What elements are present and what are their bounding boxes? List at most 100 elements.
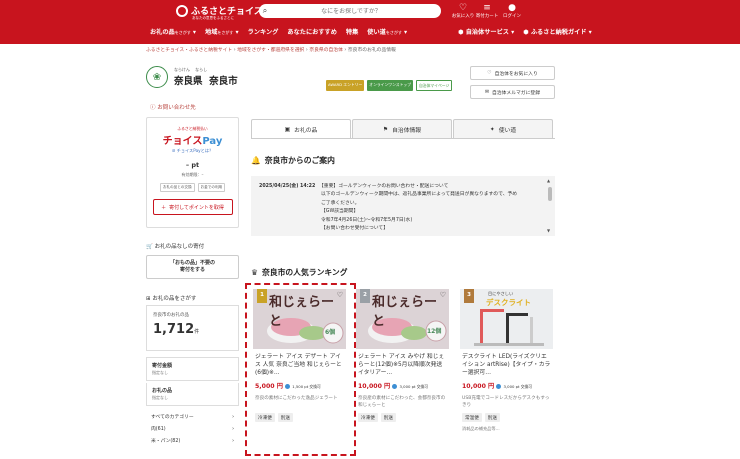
mail-icon: ✉ — [484, 89, 490, 95]
item-filter[interactable]: お礼の品 指定なし — [146, 383, 239, 406]
nav-item-region[interactable]: 地域をさがす ▾ — [205, 27, 239, 36]
breadcrumb-link[interactable]: 地域をさがす・都道府県を選択 — [237, 48, 304, 53]
onestop-badge[interactable]: オンラインワンストップ — [367, 80, 413, 91]
cart-button[interactable]: ≡ 寄付カート — [474, 3, 500, 19]
nav-item-usage[interactable]: 使い道をさがす ▾ — [367, 27, 407, 36]
user-icon: ● — [508, 3, 516, 13]
product-extra-note: 消耗品の補充品等… — [462, 426, 500, 431]
tab-usage[interactable]: ✦ 使い道 — [453, 119, 553, 139]
amount-filter[interactable]: 寄付金額 指定なし — [146, 357, 239, 381]
cart-icon: ≡ — [483, 3, 491, 13]
login-button[interactable]: ● ログイン — [499, 3, 525, 19]
breadcrumb-link[interactable]: 奈良県の自治体 — [309, 48, 343, 53]
breadcrumb-link[interactable]: ふるさとチョイス・ふるさと納税サイト — [146, 48, 232, 53]
notice-box[interactable]: 2025/04/25(金) 14:22 【重要】ゴールデンウィークのお問い合わせ・… — [251, 176, 555, 236]
no-gift-donate-button[interactable]: 「おもの品」不要の 寄付をする — [146, 255, 239, 279]
scroll-down-icon[interactable]: ▼ — [547, 228, 550, 233]
nav-item-gifts[interactable]: お礼の品をさがす ▾ — [150, 27, 196, 36]
city-badges: AWARD エントリー オンラインワンストップ 自治体マイページ — [326, 80, 453, 91]
choice-pay-panel: ふるさと納税払い チョイスPay ⊘ チョイスPayとは？ – pt 有効期限：… — [146, 117, 239, 228]
product-image-title: 和じぇらーと — [372, 295, 438, 329]
pref-ruby: ならけん — [174, 67, 190, 72]
rank-badge: 2 — [360, 289, 370, 303]
choice-pay-logo: チョイスPay — [162, 136, 223, 147]
logo-mark-icon — [176, 4, 188, 17]
city-tabs: ▣ お礼の品 ⚑ 自治体情報 ✦ 使い道 — [251, 119, 554, 139]
city-name: 奈良市 — [209, 76, 238, 87]
choice-pay-about-link[interactable]: ⊘ チョイスPayとは？ — [147, 148, 238, 154]
nav-item-recommend[interactable]: あなたにおすすめ — [287, 27, 337, 36]
product-image-badge: 12個 — [427, 328, 442, 335]
tab-divider — [251, 138, 555, 139]
scroll-thumb[interactable] — [548, 187, 552, 201]
rank-badge: 3 — [464, 289, 474, 303]
breadcrumb-current: 奈良市のお礼の品情報 — [347, 48, 396, 53]
category-list: すべてのカテゴリー › 肉(61) › 米・パン(82) › — [146, 408, 239, 452]
product-price: 10,000 円 3,000 pt 交換可 — [358, 383, 429, 390]
notice-heading: 🔔 奈良市からのご案内 — [251, 156, 335, 165]
product-desc: 奈良産の素材にこだわった、会都奈良市の和じぇらーと — [358, 396, 446, 408]
product-image[interactable]: 目にやさしい デスクライト 3 — [460, 289, 553, 349]
product-title[interactable]: ジェラート アイス みやげ 和じぇらーと(12個)※5月以降順次発送 イタリアー… — [356, 353, 449, 379]
city-emblem-icon: ❀ — [146, 66, 168, 88]
ranking-card[interactable]: 目にやさしい デスクライト 3 デスクライト LED(ライズクリエイション ar… — [460, 289, 553, 449]
award-badge[interactable]: AWARD エントリー — [326, 80, 365, 91]
notice-title: 【重要】ゴールデンウィークのお問い合わせ・配送について — [319, 184, 449, 189]
nav-item-guide[interactable]: ⬢ ふるさと納税ガイド ▾ — [523, 27, 592, 36]
tab-gifts[interactable]: ▣ お礼の品 — [251, 119, 351, 139]
nav-item-feature[interactable]: 特集 — [346, 27, 358, 36]
product-desc: USB充電でコードレスだからデスクもすっきり — [462, 396, 550, 408]
bell-icon: 🔔 — [251, 156, 261, 165]
search-input[interactable] — [271, 7, 431, 15]
ranking-heading: ♛ 奈良市の人気ランキング — [251, 268, 348, 277]
logo-subtitle: あなたの意思をふるさとに — [192, 16, 234, 20]
point-icon — [496, 383, 502, 389]
product-title[interactable]: デスクライト LED(ライズクリエイション artRise)【タイプ・カラー選択… — [460, 353, 553, 379]
breadcrumb: ふるさとチョイス・ふるさと納税サイト › 地域をさがす・都道府県を選択 › 奈良… — [146, 48, 396, 53]
tab-city-info[interactable]: ⚑ 自治体情報 — [352, 119, 452, 139]
exchange-chip: お礼の品との交換 — [159, 183, 195, 192]
choice-pay-points: – pt — [185, 161, 200, 169]
product-image[interactable]: 和じぇらーと 12個 2 ♡ — [356, 289, 449, 349]
heart-icon: ♡ — [487, 70, 492, 76]
gift-count-box: 奈良市のお礼の品 1,712件 — [146, 305, 239, 351]
tag-room-temp: 常温便 — [462, 413, 482, 422]
point-icon — [392, 383, 398, 389]
flag-icon: ⚑ — [382, 126, 389, 133]
gift-search-heading: ⊞ お礼の品をさがす — [146, 296, 197, 302]
mypage-badge[interactable]: 自治体マイページ — [416, 80, 453, 91]
site-logo[interactable]: ふるさとチョイス あなたの意思をふるさとに — [176, 4, 263, 20]
category-item[interactable]: すべてのカテゴリー › — [151, 412, 234, 424]
category-item[interactable]: 米・パン(82) › — [151, 436, 234, 448]
tag-frozen: 冷凍便 — [358, 413, 378, 422]
gift-count: 1,712 — [153, 322, 195, 337]
tag-separate: 別送 — [380, 413, 396, 422]
product-image-title: デスクライト — [486, 298, 531, 307]
newsletter-button[interactable]: ✉ 自治体メルマガに登録 — [470, 85, 555, 99]
heart-icon[interactable]: ♡ — [440, 291, 446, 299]
heart-icon: ♡ — [458, 3, 468, 13]
nav-item-service[interactable]: ⬢ 自治体サービス ▾ — [458, 27, 514, 36]
get-points-button[interactable]: ＋寄付してポイントを取得 — [152, 199, 233, 215]
category-item[interactable]: 肉(61) › — [151, 424, 234, 436]
scroll-up-icon[interactable]: ▲ — [547, 178, 550, 183]
favorites-button[interactable]: ♡ お気に入り — [450, 3, 476, 19]
city-ruby: ならし — [195, 67, 208, 72]
gift-icon: ▣ — [284, 126, 291, 133]
tag-separate: 別送 — [484, 413, 500, 422]
city-favorite-button[interactable]: ♡ 自治体をお気に入り — [470, 66, 555, 80]
site-header: ふるさとチョイス あなたの意思をふるさとに ⌕ ♡ お気に入り ≡ 寄付カート … — [0, 0, 740, 44]
notice-scrollbar[interactable]: ▲ ▼ — [547, 178, 553, 234]
choice-pay-expiry: 有効期限：– — [181, 172, 204, 177]
highlight-annotation — [245, 283, 356, 456]
search-box[interactable]: ⌕ — [259, 4, 441, 18]
main-nav: お礼の品をさがす ▾ 地域をさがす ▾ ランキング あなたにおすすめ 特集 使い… — [150, 27, 592, 36]
people-icon: ✦ — [489, 126, 495, 133]
notice-date: 2025/04/25(金) 14:22 — [259, 184, 316, 189]
ranking-card[interactable]: 和じぇらーと 12個 2 ♡ ジェラート アイス みやげ 和じぇらーと(12個)… — [356, 289, 449, 449]
search-icon[interactable]: ⌕ — [259, 6, 271, 16]
contact-link[interactable]: ⓘ お問い合わせ先 — [150, 103, 196, 111]
product-price: 10,000 円 3,000 pt 交換可 — [462, 383, 533, 390]
nav-item-ranking[interactable]: ランキング — [248, 27, 279, 36]
no-gift-heading: 🛒 お礼の品なしの寄付 — [146, 244, 205, 250]
